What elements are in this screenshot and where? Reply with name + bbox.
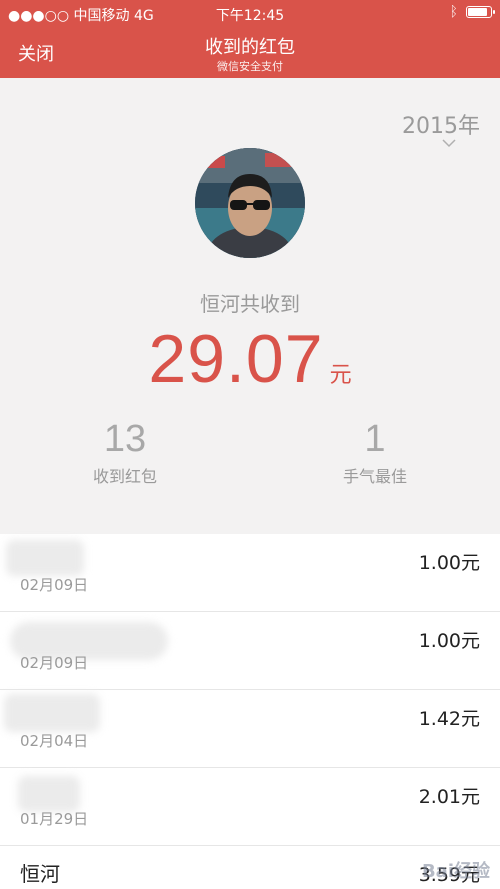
record-date: 02月09日 xyxy=(20,576,89,594)
page-subtitle: 微信安全支付 xyxy=(217,60,283,73)
avatar xyxy=(195,148,305,258)
amount-unit: 元 xyxy=(329,363,352,388)
record-name: 恒河 xyxy=(20,862,60,886)
total-received-label: 恒河共收到 xyxy=(200,292,300,316)
summary-panel: 2015年 恒河共收到 29.07 元 13 收到红包 1 手气最佳 xyxy=(0,78,500,534)
amount-value: 29.07 xyxy=(148,321,324,397)
record-date: 02月09日 xyxy=(20,654,89,672)
bluetooth-icon: ᛒ xyxy=(449,4,458,20)
record-amount: 1.42元 xyxy=(418,708,480,730)
record-date: 01月29日 xyxy=(20,810,89,828)
stat-label: 手气最佳 xyxy=(342,467,407,486)
total-amount: 29.07 元 xyxy=(0,320,500,398)
chevron-down-icon[interactable] xyxy=(442,138,456,148)
record-amount: 1.00元 xyxy=(418,552,480,574)
stat-value: 13 xyxy=(103,418,147,460)
record-date: 02月04日 xyxy=(20,732,89,750)
stat-received-count: 13 收到红包 xyxy=(25,418,225,487)
stat-value: 1 xyxy=(364,418,386,460)
page-title: 收到的红包 xyxy=(205,37,295,58)
stat-best-luck: 1 手气最佳 xyxy=(275,418,475,487)
nav-bar: 关闭 收到的红包 微信安全支付 xyxy=(0,28,500,78)
redacted-name xyxy=(4,694,100,732)
redacted-name xyxy=(6,540,84,576)
list-item[interactable]: 02月09日 1.00元 xyxy=(0,612,500,690)
status-bar: ●●●○○ 中国移动 4G 下午12:45 ᛒ xyxy=(0,0,500,28)
redacted-name xyxy=(18,776,80,812)
stat-label: 收到红包 xyxy=(92,467,157,486)
record-amount: 1.00元 xyxy=(418,630,480,652)
year-selector[interactable]: 2015年 xyxy=(402,108,480,140)
list-item[interactable]: 01月29日 2.01元 xyxy=(0,768,500,846)
records-list: 02月09日 1.00元 02月09日 1.00元 02月04日 1.42元 0… xyxy=(0,534,500,889)
list-item[interactable]: 02月04日 1.42元 xyxy=(0,690,500,768)
status-time: 下午12:45 xyxy=(215,8,285,24)
list-item[interactable]: 02月09日 1.00元 xyxy=(0,534,500,612)
status-right: ᛒ xyxy=(449,4,495,20)
watermark-logo: Bai经验 xyxy=(421,861,490,882)
record-amount: 2.01元 xyxy=(418,786,480,808)
battery-icon xyxy=(466,6,495,18)
